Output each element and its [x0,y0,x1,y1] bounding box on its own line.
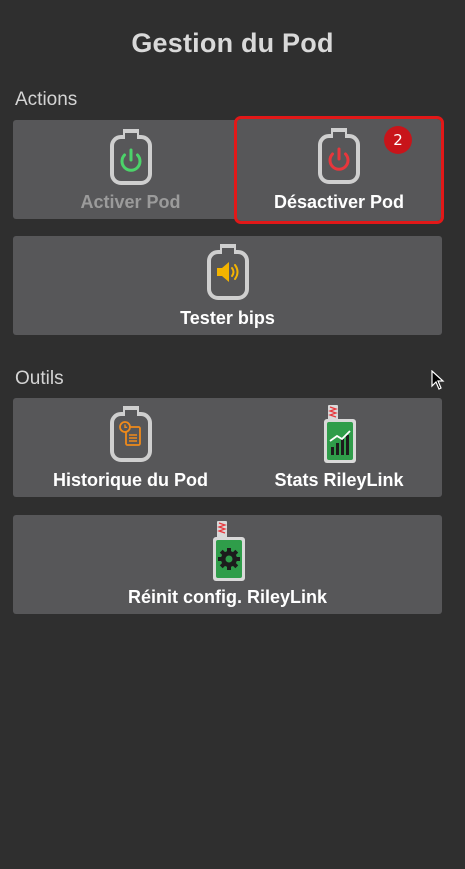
section-label-actions: Actions [15,89,78,110]
test-beeps-label: Tester bips [180,308,275,328]
page-title: Gestion du Pod [131,28,334,58]
pod-management-screen: Gestion du Pod Actions Activer Pod Désac… [0,0,465,869]
mouse-cursor-icon [431,370,445,390]
rileylink-stats-icon [324,405,356,463]
pod-history-icon [109,406,152,462]
activate-pod-label: Activer Pod [80,192,181,212]
test-beeps-button[interactable]: Tester bips [13,236,442,335]
rileylink-config-icon [212,521,245,581]
rileylink-stats-button[interactable]: Stats RileyLink [236,398,442,497]
pod-history-button[interactable]: Historique du Pod [13,398,248,497]
rileylink-stats-label: Stats RileyLink [274,470,404,490]
pod-power-red-icon [318,128,360,184]
rileylink-reset-config-button[interactable]: Réinit config. RileyLink [13,515,442,614]
deactivate-pod-button[interactable]: Désactiver Pod 2 [234,116,444,224]
activate-pod-button[interactable]: Activer Pod [13,120,248,219]
step-badge: 2 [384,126,412,154]
pod-history-label: Historique du Pod [53,470,208,490]
rileylink-reset-config-label: Réinit config. RileyLink [127,587,328,607]
pod-speaker-icon [206,244,249,300]
pod-power-green-icon [109,129,152,185]
deactivate-pod-label: Désactiver Pod [273,192,405,212]
section-label-tools: Outils [15,368,64,389]
